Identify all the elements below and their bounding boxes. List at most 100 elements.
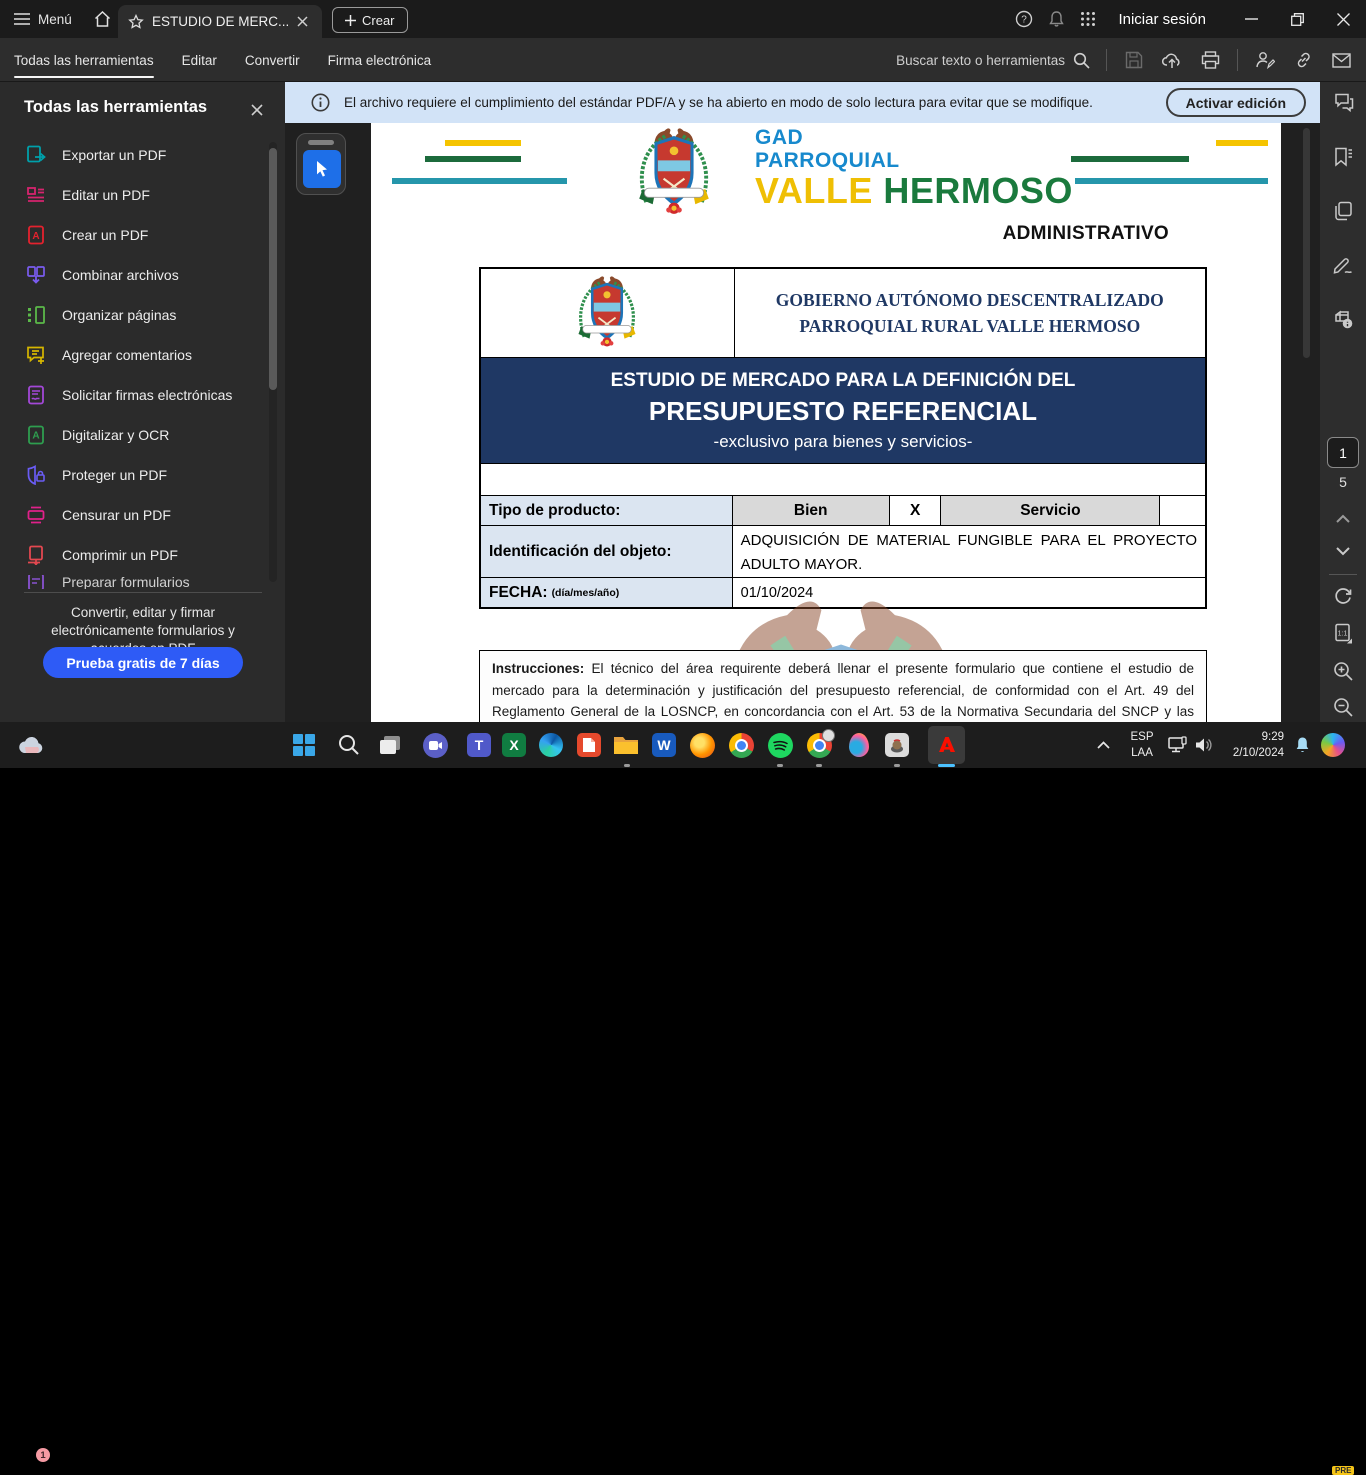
tools-toolbar: Todas las herramientas Editar Convertir …	[0, 38, 1366, 82]
start-button[interactable]	[291, 732, 317, 758]
home-button[interactable]	[86, 0, 120, 38]
create-pdf-icon: A	[26, 225, 46, 245]
pdf-page[interactable]: GAD PARROQUIAL VALLE HERMOSO ADMINISTRAT…	[371, 123, 1281, 722]
sidebar-item-add-comments[interactable]: Agregar comentarios	[18, 335, 254, 375]
objeto-value: ADQUISICIÓN DE MATERIAL FUNGIBLE PARA EL…	[732, 526, 1205, 577]
request-signatures-button[interactable]	[1248, 43, 1282, 77]
language-indicator[interactable]: ESP LAA	[1124, 729, 1160, 761]
save-button[interactable]	[1117, 43, 1151, 77]
close-tab-icon[interactable]	[297, 16, 308, 27]
sidebar-item-request-signatures[interactable]: Solicitar firmas electrónicas	[18, 375, 254, 415]
chevron-down-icon	[1336, 547, 1350, 556]
apps-button[interactable]	[1072, 0, 1104, 38]
tray-expand-button[interactable]	[1090, 732, 1116, 758]
title-banner: ESTUDIO DE MERCADO PARA LA DEFINICIÓN DE…	[481, 358, 1205, 463]
sidebar-item-combine-files[interactable]: Combinar archivos	[18, 255, 254, 295]
sign-in-button[interactable]: Iniciar sesión	[1104, 11, 1228, 28]
clock-widget[interactable]: 9:29 2/10/2024	[1220, 729, 1284, 761]
sidebar-item-scan-ocr[interactable]: A Digitalizar y OCR	[18, 415, 254, 455]
page-thumbnails-button[interactable]	[1332, 200, 1354, 222]
copilot-tray-button[interactable]	[1320, 732, 1346, 758]
drag-handle[interactable]	[308, 140, 334, 145]
current-page-field[interactable]: 1	[1327, 437, 1359, 468]
edge-app-icon[interactable]	[538, 732, 564, 758]
excel-app-icon[interactable]: X	[501, 732, 527, 758]
total-pages-label: 5	[1320, 474, 1366, 490]
zoom-in-button[interactable]	[1332, 660, 1354, 682]
logo-line-gad: GAD	[755, 127, 1073, 148]
create-button[interactable]: Crear	[332, 7, 408, 33]
tab-convert[interactable]: Convertir	[231, 38, 314, 82]
document-tab[interactable]: ESTUDIO DE MERC...	[118, 5, 322, 38]
paint-drop-app-icon[interactable]	[846, 732, 872, 758]
bookmarks-panel-button[interactable]	[1332, 146, 1354, 168]
tab-edit[interactable]: Editar	[168, 38, 231, 82]
network-tray-button[interactable]	[1165, 732, 1191, 758]
restore-button[interactable]	[1274, 0, 1320, 38]
sidebar-item-export-pdf[interactable]: Exportar un PDF	[18, 135, 254, 175]
document-header-table: GOBIERNO AUTÓNOMO DESCENTRALIZADO PARROQ…	[479, 267, 1207, 609]
close-window-button[interactable]	[1320, 0, 1366, 38]
sidebar-item-edit-pdf[interactable]: Editar un PDF	[18, 175, 254, 215]
fill-sign-button[interactable]	[1332, 254, 1354, 276]
notification-count-badge: 1	[36, 1448, 50, 1462]
document-scrollbar-thumb[interactable]	[1303, 128, 1310, 358]
print-button[interactable]	[1193, 43, 1227, 77]
menu-button[interactable]: Menú	[0, 0, 86, 38]
upload-cloud-button[interactable]	[1155, 43, 1189, 77]
tray-date: 2/10/2024	[1220, 745, 1284, 761]
notification-center-button[interactable]	[1289, 732, 1315, 758]
tab-all-tools[interactable]: Todas las herramientas	[0, 38, 168, 82]
weather-widget[interactable]	[18, 732, 44, 758]
sidebar-item-create-pdf[interactable]: A Crear un PDF	[18, 215, 254, 255]
comments-panel-button[interactable]	[1332, 92, 1354, 114]
chrome-profile-app-icon[interactable]	[806, 732, 832, 758]
task-view-button[interactable]	[377, 732, 403, 758]
tab-esign[interactable]: Firma electrónica	[314, 38, 446, 82]
panel-scrollbar-thumb[interactable]	[269, 148, 277, 390]
enable-editing-button[interactable]: Activar edición	[1166, 88, 1306, 117]
previous-page-button[interactable]	[1332, 507, 1354, 529]
panel-close-button[interactable]	[247, 100, 267, 120]
minimize-button[interactable]	[1228, 0, 1274, 38]
share-link-button[interactable]	[1286, 43, 1320, 77]
close-window-icon	[1337, 13, 1350, 26]
star-icon[interactable]	[128, 14, 144, 30]
teams-app-icon[interactable]: T	[466, 732, 492, 758]
taskbar-search-button[interactable]	[336, 732, 362, 758]
sidebar-item-redact-pdf[interactable]: Censurar un PDF	[18, 495, 254, 535]
help-button[interactable]: ?	[1008, 0, 1040, 38]
spotify-app-icon[interactable]	[767, 732, 793, 758]
table-logo-cell	[481, 269, 734, 357]
select-tool-button[interactable]	[303, 150, 341, 188]
file-explorer-app-icon[interactable]	[613, 732, 639, 758]
chrome-app-icon[interactable]	[728, 732, 754, 758]
notifications-button[interactable]	[1040, 0, 1072, 38]
search-tools-field[interactable]: Buscar texto o herramientas	[896, 52, 1096, 69]
acrobat-active-tile[interactable]	[928, 726, 965, 764]
file-info-button[interactable]	[1332, 308, 1354, 330]
file-info-icon	[1332, 309, 1354, 330]
word-app-icon[interactable]: W	[651, 732, 677, 758]
sidebar-item-label: Organizar páginas	[62, 307, 176, 323]
sidebar-item-protect-pdf[interactable]: Proteger un PDF	[18, 455, 254, 495]
chat-button[interactable]	[422, 732, 448, 758]
java-app-icon[interactable]	[884, 732, 910, 758]
sidebar-item-organize-pages[interactable]: Organizar páginas	[18, 295, 254, 335]
pdf-xchange-app-icon[interactable]	[576, 732, 602, 758]
firefox-app-icon[interactable]	[689, 732, 715, 758]
speaker-icon	[1195, 737, 1214, 753]
servicio-header: Servicio	[940, 496, 1159, 525]
sidebar-item-compress-pdf[interactable]: Comprimir un PDF	[18, 535, 254, 575]
free-trial-button[interactable]: Prueba gratis de 7 días	[43, 647, 243, 678]
volume-tray-button[interactable]	[1191, 732, 1217, 758]
email-button[interactable]	[1324, 43, 1358, 77]
sidebar-item-prepare-forms[interactable]: Preparar formularios	[18, 575, 254, 589]
next-page-button[interactable]	[1332, 540, 1354, 562]
cursor-arrow-icon	[312, 159, 332, 179]
rotate-page-button[interactable]	[1332, 584, 1354, 606]
quick-tools-widget[interactable]	[296, 133, 346, 195]
actual-size-button[interactable]: 1:1	[1332, 622, 1354, 644]
zoom-out-button[interactable]	[1332, 696, 1354, 718]
rail-divider	[1329, 574, 1357, 575]
